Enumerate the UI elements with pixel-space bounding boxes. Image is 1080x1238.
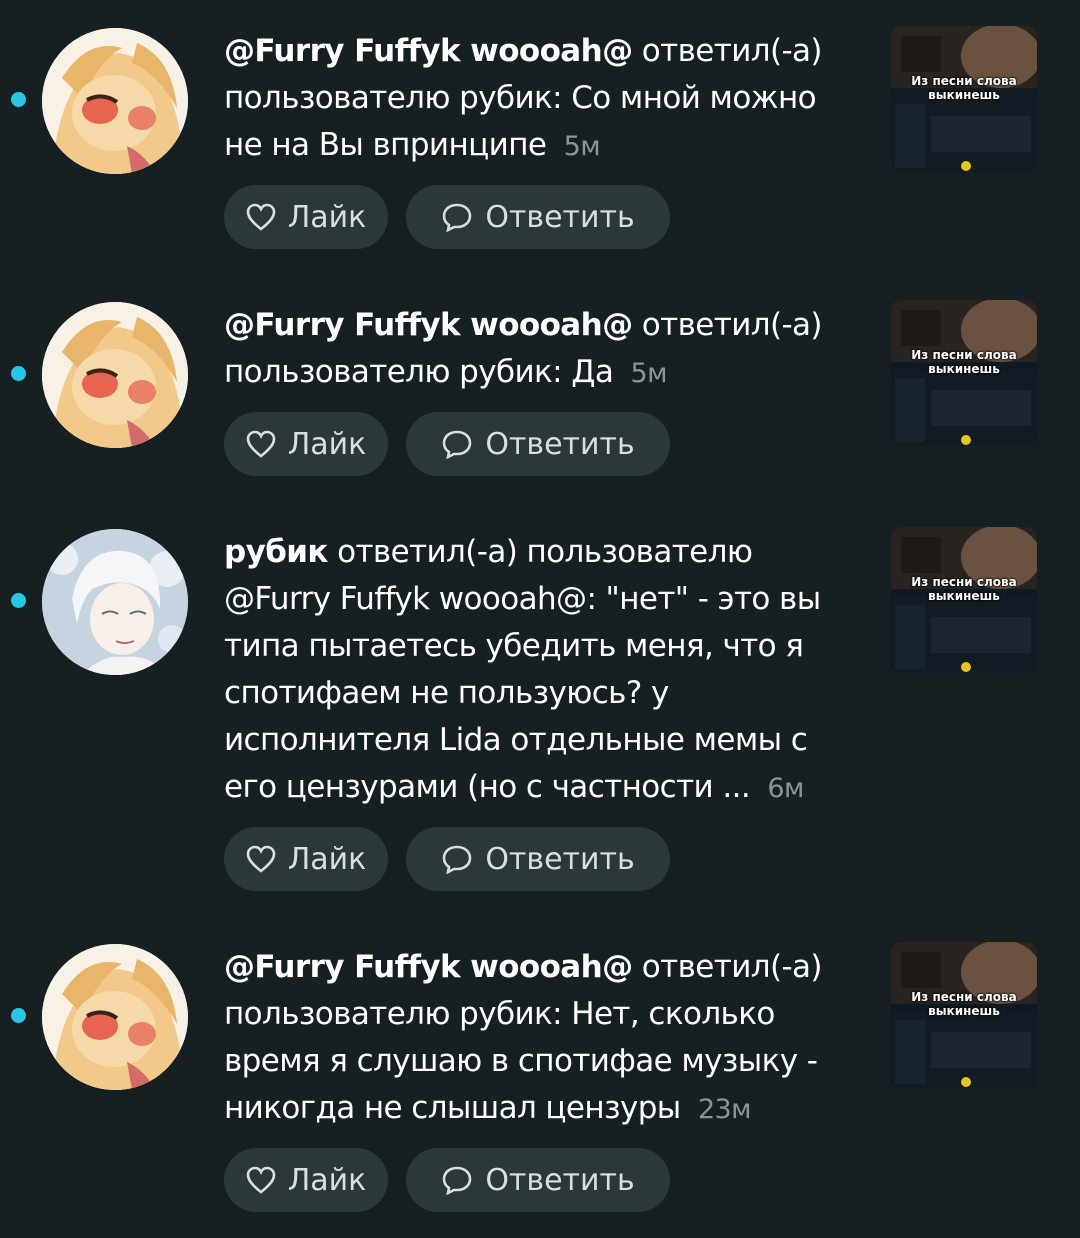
reply-button[interactable]: Ответить <box>406 412 670 476</box>
like-button[interactable]: Лайк <box>224 185 388 249</box>
unread-dot <box>11 1008 26 1023</box>
video-thumbnail[interactable]: Из песни слова выкинешь <box>891 942 1037 1088</box>
comment-icon <box>443 1166 472 1195</box>
avatar[interactable] <box>42 28 188 174</box>
reply-button[interactable]: Ответить <box>406 1148 670 1212</box>
thumbnail-caption: Из песни слова выкинешь <box>911 990 1017 1018</box>
heart-icon <box>246 203 276 231</box>
rubik-avatar-image <box>42 529 188 675</box>
like-label: Лайк <box>287 426 367 462</box>
notification-time: 6м <box>767 773 804 804</box>
unread-dot <box>11 593 26 608</box>
furry-avatar-image <box>42 302 188 448</box>
notification-author[interactable]: рубик <box>224 534 328 570</box>
notification-time: 23м <box>697 1094 752 1125</box>
comment-icon <box>443 203 472 232</box>
notification-author[interactable]: @Furry Fuffyk woooah@ <box>224 307 633 343</box>
reply-label: Ответить <box>485 426 635 462</box>
like-label: Лайк <box>287 199 367 235</box>
reply-button[interactable]: Ответить <box>406 827 670 891</box>
avatar[interactable] <box>42 529 188 675</box>
notification-text: ответил(-а) пользователю @Furry Fuffyk w… <box>224 534 821 805</box>
video-thumbnail[interactable]: Из песни слова выкинешь <box>891 527 1037 673</box>
notification-author[interactable]: @Furry Fuffyk woooah@ <box>224 33 633 69</box>
avatar[interactable] <box>42 944 188 1090</box>
notification-time: 5м <box>563 131 601 162</box>
comment-icon <box>443 430 472 459</box>
like-button[interactable]: Лайк <box>224 827 388 891</box>
like-label: Лайк <box>287 1162 367 1198</box>
reply-label: Ответить <box>485 841 635 877</box>
reply-label: Ответить <box>485 1162 635 1198</box>
unread-dot <box>11 366 26 381</box>
like-label: Лайк <box>287 841 367 877</box>
heart-icon <box>246 1166 276 1194</box>
notification-author[interactable]: @Furry Fuffyk woooah@ <box>224 949 633 985</box>
unread-dot <box>11 92 26 107</box>
video-thumbnail[interactable]: Из песни слова выкинешь <box>891 26 1037 172</box>
thumbnail-caption: Из песни слова выкинешь <box>911 575 1017 603</box>
like-button[interactable]: Лайк <box>224 412 388 476</box>
reply-label: Ответить <box>485 199 635 235</box>
like-button[interactable]: Лайк <box>224 1148 388 1212</box>
furry-avatar-image <box>42 944 188 1090</box>
reply-button[interactable]: Ответить <box>406 185 670 249</box>
thumbnail-caption: Из песни слова выкинешь <box>911 348 1017 376</box>
video-thumbnail[interactable]: Из песни слова выкинешь <box>891 300 1037 446</box>
thumbnail-caption: Из песни слова выкинешь <box>911 74 1017 102</box>
notification-time: 5м <box>630 358 668 389</box>
furry-avatar-image <box>42 28 188 174</box>
comment-icon <box>443 845 472 874</box>
avatar[interactable] <box>42 302 188 448</box>
heart-icon <box>246 845 276 873</box>
heart-icon <box>246 430 276 458</box>
